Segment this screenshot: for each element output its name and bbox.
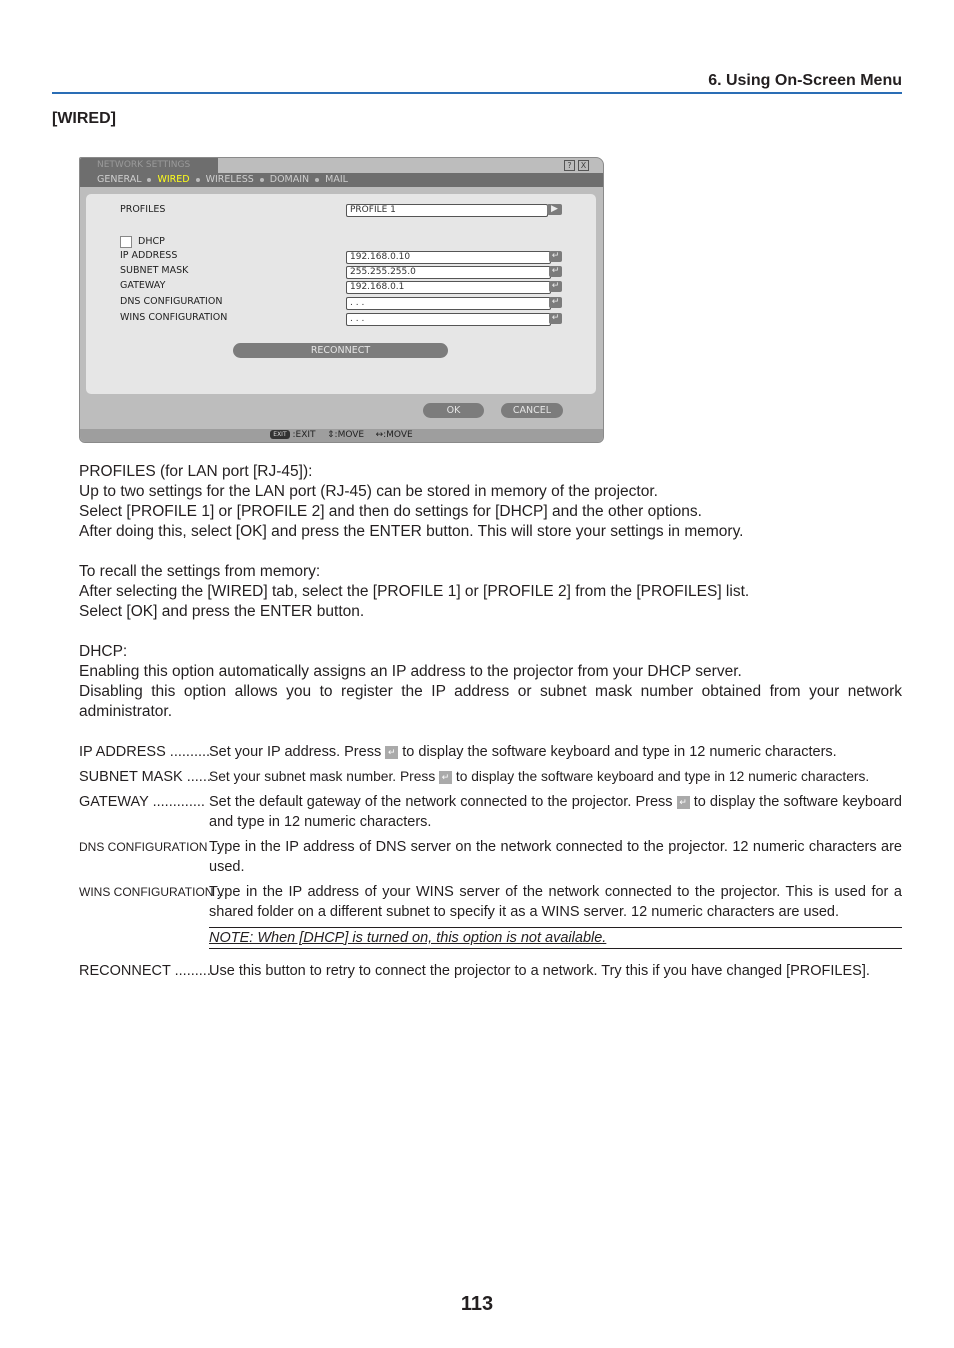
profiles-label: PROFILES bbox=[120, 204, 166, 215]
up-down-icon: ⇕ bbox=[327, 430, 335, 440]
term: RECONNECT .......... bbox=[79, 963, 215, 979]
desc-text: Type in the IP address of DNS server on … bbox=[209, 839, 902, 875]
definition-subnet-mask: SUBNET MASK ...... Set your subnet mask … bbox=[79, 767, 902, 787]
definition-list: IP ADDRESS .......... Set your IP addres… bbox=[79, 742, 902, 986]
text-line: After selecting the [WIRED] tab, select … bbox=[79, 583, 750, 600]
desc-text: to display the software keyboard and typ… bbox=[398, 744, 837, 760]
definition-ip-address: IP ADDRESS .......... Set your IP addres… bbox=[79, 742, 902, 762]
text-line: PROFILES (for LAN port [RJ-45]): bbox=[79, 463, 313, 480]
term: WINS CONFIGURATION .. bbox=[79, 885, 224, 899]
text-line: DHCP: bbox=[79, 643, 128, 660]
definition-reconnect: RECONNECT .......... Use this button to … bbox=[79, 961, 902, 981]
text-line: Up to two settings for the LAN port (RJ-… bbox=[79, 483, 658, 500]
cancel-button[interactable]: CANCEL bbox=[501, 403, 563, 418]
enter-icon[interactable]: ↵ bbox=[549, 251, 562, 262]
left-right-icon: ↔ bbox=[375, 430, 384, 440]
text-line: To recall the settings from memory: bbox=[79, 563, 321, 580]
tab-wireless[interactable]: WIRELESS bbox=[206, 173, 254, 187]
text-line: Select [OK] and press the ENTER button. bbox=[79, 603, 365, 620]
chapter-title: 6. Using On-Screen Menu bbox=[708, 72, 902, 89]
desc-text: Set the default gateway of the network c… bbox=[209, 794, 677, 810]
tab-general[interactable]: GENERAL bbox=[97, 173, 141, 187]
term: GATEWAY ............. bbox=[79, 794, 205, 810]
page-number: 113 bbox=[460, 1293, 494, 1315]
key-guide: EXIT :EXIT ⇕:MOVE ↔:MOVE bbox=[80, 429, 603, 442]
desc-text: to display the software keyboard and typ… bbox=[452, 769, 870, 784]
desc-text: Set your subnet mask number. Press bbox=[209, 769, 440, 784]
profiles-select[interactable]: PROFILE 1 bbox=[346, 204, 548, 217]
term: SUBNET MASK ...... bbox=[79, 769, 211, 785]
exit-key-icon: EXIT bbox=[270, 430, 290, 439]
network-settings-dialog: NETWORK SETTINGS ? X GENERAL WIRED WIRELES… bbox=[79, 157, 604, 443]
text-line: After doing this, select [OK] and press … bbox=[79, 523, 744, 540]
dhcp-checkbox[interactable] bbox=[120, 236, 132, 248]
move-horizontal-hint: :MOVE bbox=[383, 430, 413, 440]
tab-separator bbox=[147, 177, 152, 182]
reconnect-button[interactable]: RECONNECT bbox=[233, 343, 448, 358]
note: NOTE: When [DHCP] is turned on, this opt… bbox=[209, 927, 902, 949]
play-arrow-icon[interactable]: ▶ bbox=[547, 204, 562, 215]
dns-configuration-field[interactable]: . . . bbox=[346, 297, 551, 310]
tab-mail[interactable]: MAIL bbox=[325, 173, 348, 187]
term: DNS CONFIGURATION .. bbox=[79, 840, 218, 854]
desc-text: Use this button to retry to connect the … bbox=[209, 963, 870, 979]
subnet-mask-label: SUBNET MASK bbox=[120, 265, 189, 276]
gateway-label: GATEWAY bbox=[120, 280, 166, 291]
text-line: Disabling this option allows you to regi… bbox=[79, 683, 902, 720]
move-vertical-hint: :MOVE bbox=[334, 430, 365, 440]
enter-icon[interactable]: ↵ bbox=[549, 297, 562, 308]
dns-configuration-label: DNS CONFIGURATION bbox=[120, 296, 223, 307]
term: IP ADDRESS .......... bbox=[79, 744, 211, 760]
wins-configuration-label: WINS CONFIGURATION bbox=[120, 312, 228, 323]
recall-paragraph: To recall the settings from memory: Afte… bbox=[79, 562, 902, 622]
wins-configuration-field[interactable]: . . . bbox=[346, 313, 551, 326]
definition-gateway: GATEWAY ............. Set the default ga… bbox=[79, 792, 902, 832]
dhcp-label: DHCP bbox=[138, 236, 165, 247]
tab-wired[interactable]: WIRED bbox=[157, 173, 189, 187]
ip-address-field[interactable]: 192.168.0.10 bbox=[346, 251, 551, 264]
enter-icon: ↵ bbox=[439, 770, 453, 784]
enter-icon[interactable]: ↵ bbox=[549, 281, 562, 292]
exit-hint: :EXIT bbox=[292, 430, 316, 440]
tab-bar: GENERAL WIRED WIRELESS DOMAIN MAIL bbox=[80, 173, 603, 187]
help-icon[interactable]: ? bbox=[564, 160, 575, 171]
subnet-mask-field[interactable]: 255.255.255.0 bbox=[346, 266, 551, 279]
enter-icon[interactable]: ↵ bbox=[549, 313, 562, 324]
desc-text: Set your IP address. Press bbox=[209, 744, 386, 760]
section-title: [WIRED] bbox=[52, 110, 116, 127]
tab-separator bbox=[315, 177, 320, 182]
dialog-title: NETWORK SETTINGS bbox=[80, 158, 218, 173]
settings-panel: PROFILES PROFILE 1 ▶ DHCP IP ADDRESS 192… bbox=[86, 194, 596, 394]
tab-separator bbox=[259, 177, 264, 182]
profiles-paragraph: PROFILES (for LAN port [RJ-45]): Up to t… bbox=[79, 462, 902, 542]
tab-domain[interactable]: DOMAIN bbox=[270, 173, 309, 187]
enter-icon: ↵ bbox=[385, 745, 399, 759]
enter-icon: ↵ bbox=[676, 795, 690, 809]
dhcp-paragraph: DHCP: Enabling this option automatically… bbox=[79, 642, 902, 722]
chapter-header: 6. Using On-Screen Menu bbox=[52, 72, 902, 94]
gateway-field[interactable]: 192.168.0.1 bbox=[346, 281, 551, 294]
text-line: Select [PROFILE 1] or [PROFILE 2] and th… bbox=[79, 503, 702, 520]
desc-text: Type in the IP address of your WINS serv… bbox=[209, 884, 902, 920]
close-icon[interactable]: X bbox=[578, 160, 589, 171]
definition-dns: DNS CONFIGURATION .. Type in the IP addr… bbox=[79, 837, 902, 877]
enter-icon[interactable]: ↵ bbox=[549, 266, 562, 277]
ip-address-label: IP ADDRESS bbox=[120, 250, 178, 261]
tab-separator bbox=[195, 177, 200, 182]
definition-wins: WINS CONFIGURATION .. Type in the IP add… bbox=[79, 882, 902, 922]
ok-button[interactable]: OK bbox=[423, 403, 484, 418]
text-line: Enabling this option automatically assig… bbox=[79, 663, 742, 680]
title-bar: NETWORK SETTINGS ? X bbox=[80, 158, 603, 173]
